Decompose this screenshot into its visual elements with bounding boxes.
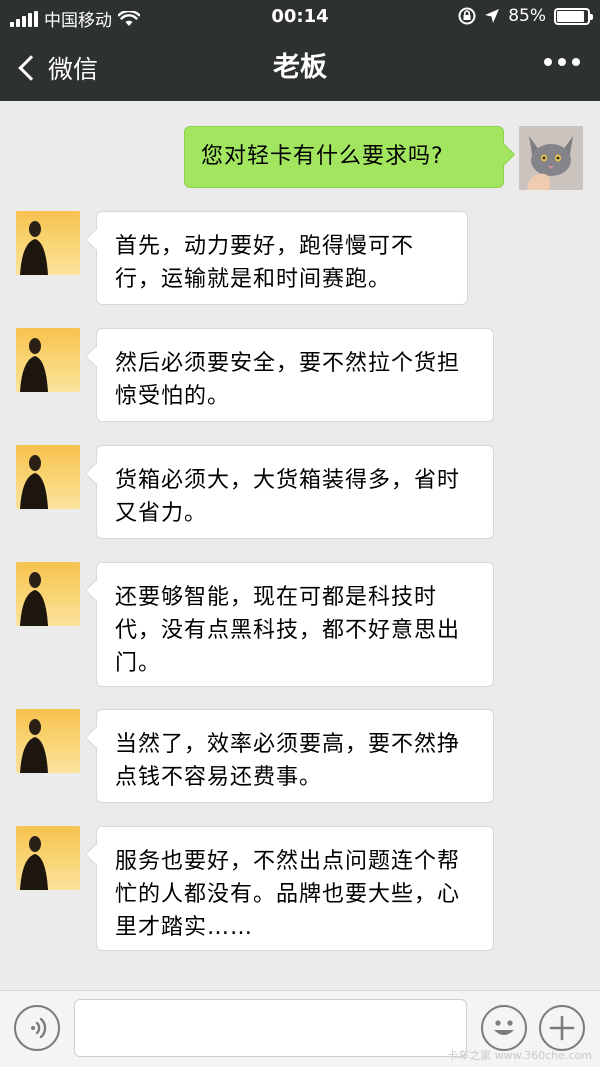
- boss-avatar-image: [20, 338, 48, 392]
- message-bubble[interactable]: 服务也要好，不然出点问题连个帮忙的人都没有。品牌也要大些，心里才踏实……: [96, 826, 494, 951]
- message-bubble[interactable]: 您对轻卡有什么要求吗?: [184, 126, 504, 188]
- boss-avatar[interactable]: [16, 709, 80, 773]
- boss-avatar-image: [20, 221, 48, 275]
- battery-percent: 85%: [508, 6, 546, 26]
- plus-icon[interactable]: [539, 1005, 585, 1051]
- my-avatar[interactable]: [519, 126, 583, 190]
- battery-icon: [554, 7, 593, 25]
- boss-avatar[interactable]: [16, 328, 80, 392]
- message-text: 当然了，效率必须要高，要不然挣点钱不容易还费事。: [115, 732, 461, 790]
- message-text: 服务也要好，不然出点问题连个帮忙的人都没有。品牌也要大些，心里才踏实……: [115, 849, 461, 940]
- boss-avatar-image: [20, 719, 48, 773]
- boss-avatar[interactable]: [16, 826, 80, 890]
- orientation-lock-icon: [458, 7, 476, 25]
- chat-title: 老板: [273, 52, 327, 83]
- watermark: 卡车之家 www.360che.com: [447, 1049, 592, 1062]
- status-right: 85%: [458, 6, 593, 26]
- top-bar: 中国移动 00:14 85% 微信 老板: [0, 0, 600, 101]
- message-text: 您对轻卡有什么要求吗?: [201, 144, 444, 169]
- message-bubble[interactable]: 然后必须要安全，要不然拉个货担惊受怕的。: [96, 328, 494, 422]
- message-input[interactable]: [74, 999, 467, 1057]
- message-text: 货箱必须大，大货箱装得多，省时又省力。: [115, 468, 461, 526]
- boss-avatar[interactable]: [16, 562, 80, 626]
- status-bar: 中国移动 00:14 85%: [0, 0, 600, 34]
- boss-avatar[interactable]: [16, 211, 80, 275]
- message-bubble[interactable]: 首先，动力要好，跑得慢可不行，运输就是和时间赛跑。: [96, 211, 468, 305]
- boss-avatar-image: [20, 455, 48, 509]
- boss-avatar-image: [20, 836, 48, 890]
- voice-icon[interactable]: [14, 1005, 60, 1051]
- emoji-icon[interactable]: [481, 1005, 527, 1051]
- message-text: 还要够智能，现在可都是科技时代，没有点黑科技，都不好意思出门。: [115, 585, 461, 676]
- message-bubble[interactable]: 还要够智能，现在可都是科技时代，没有点黑科技，都不好意思出门。: [96, 562, 494, 687]
- message-bubble[interactable]: 当然了，效率必须要高，要不然挣点钱不容易还费事。: [96, 709, 494, 803]
- more-dots-icon[interactable]: [544, 58, 580, 66]
- cat-avatar-image: [519, 126, 583, 190]
- boss-avatar-image: [20, 572, 48, 626]
- input-bar: 卡车之家 www.360che.com: [0, 990, 600, 1067]
- message-text: 首先，动力要好，跑得慢可不行，运输就是和时间赛跑。: [115, 234, 415, 292]
- message-text: 然后必须要安全，要不然拉个货担惊受怕的。: [115, 351, 461, 409]
- boss-avatar[interactable]: [16, 445, 80, 509]
- location-icon: [485, 9, 500, 23]
- message-bubble[interactable]: 货箱必须大，大货箱装得多，省时又省力。: [96, 445, 494, 539]
